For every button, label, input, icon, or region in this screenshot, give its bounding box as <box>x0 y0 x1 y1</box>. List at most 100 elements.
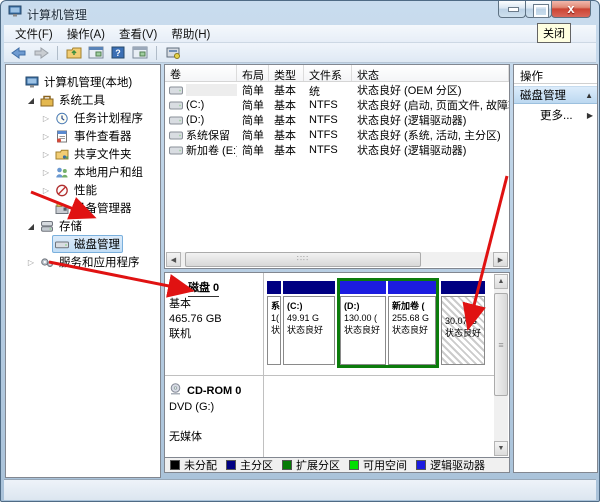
menu-file[interactable]: 文件(F) <box>8 24 60 44</box>
partition-label-box: 30.07 G状态良好 <box>441 296 485 365</box>
legend-item: 未分配 <box>170 457 217 473</box>
minimize-button[interactable] <box>498 1 526 18</box>
partition-text: 255.68 G <box>392 312 435 324</box>
expander-icon[interactable] <box>40 114 52 123</box>
help-icon[interactable]: ? <box>109 45 127 61</box>
sidebar-item-label: 系统工具 <box>59 92 105 108</box>
cdrom-info[interactable]: CD-ROM 0 DVD (G:) 无媒体 <box>169 383 261 445</box>
expander-icon[interactable] <box>25 258 37 267</box>
v-scroll-thumb[interactable] <box>494 293 508 396</box>
partition-segment[interactable]: 新加卷 (255.68 G状态良好 <box>388 281 436 365</box>
partition-text: (C:) <box>287 300 334 312</box>
h-scrollbar[interactable]: ◀ ▶ <box>166 252 508 267</box>
sidebar-item-event-viewer[interactable]: 事件查看器 <box>6 127 160 145</box>
menu-action[interactable]: 操作(A) <box>60 24 112 44</box>
expander-icon[interactable] <box>25 96 37 105</box>
cdrom-label: CD-ROM 0 <box>187 384 241 399</box>
sidebar-item-system-tools[interactable]: 系统工具 <box>6 91 160 109</box>
partition-color-bar <box>267 281 281 294</box>
volume-row[interactable]: (C:)简单基本NTFS状态良好 (启动, 页面文件, 故障转储, <box>165 99 509 113</box>
sidebar-item-storage[interactable]: 存储 <box>6 217 160 235</box>
volume-name: (D:) <box>186 114 204 126</box>
h-scroll-thumb[interactable] <box>185 252 421 267</box>
disk-tools-icon[interactable] <box>164 45 182 61</box>
partition-text: 新加卷 ( <box>392 300 435 312</box>
sidebar-item-local-users-groups[interactable]: 本地用户和组 <box>6 163 160 181</box>
partition-segment[interactable]: (D:)130.00 (状态良好 <box>340 281 386 365</box>
legend-swatch-icon <box>226 460 236 470</box>
sidebar-item-label: 共享文件夹 <box>74 146 132 162</box>
console-window-icon[interactable] <box>87 45 105 61</box>
actions-more[interactable]: 更多... ▶ <box>514 106 597 124</box>
toolbar-separator <box>57 46 58 60</box>
sidebar-item-performance[interactable]: 性能 <box>6 181 160 199</box>
scroll-left-icon[interactable]: ◀ <box>166 252 181 267</box>
volume-row[interactable]: 系统保留简单基本NTFS状态良好 (系统, 活动, 主分区) <box>165 129 509 143</box>
volume-layout: 简单 <box>237 82 269 98</box>
menu-help[interactable]: 帮助(H) <box>164 24 217 44</box>
volume-row[interactable]: (D:)简单基本NTFS状态良好 (逻辑驱动器) <box>165 114 509 128</box>
col-volume[interactable]: 卷 <box>165 65 237 81</box>
console-window2-icon[interactable] <box>131 45 149 61</box>
close-button[interactable] <box>551 1 591 18</box>
volume-name: (C:) <box>186 99 204 111</box>
partition-segment[interactable]: 系1(状 <box>267 281 281 365</box>
computer-management-window: 计算机管理 关闭 文件(F) 操作(A) 查看(V) 帮助(H) ? <box>0 0 600 502</box>
partition-segment[interactable]: 30.07 G状态良好 <box>441 281 485 365</box>
col-filesystem[interactable]: 文件系统 <box>304 65 352 81</box>
divider <box>165 375 495 376</box>
partition-legend: 未分配主分区扩展分区可用空间逻辑驱动器 <box>164 458 510 473</box>
expander-icon[interactable] <box>40 150 52 159</box>
back-icon[interactable] <box>10 45 28 61</box>
disk-graph-pane: 磁盘 0 基本 465.76 GB 联机 系1(状(C:)49.91 G状态良好… <box>164 272 510 458</box>
sidebar-item-task-scheduler[interactable]: 任务计划程序 <box>6 109 160 127</box>
col-status[interactable]: 状态 <box>352 65 509 81</box>
volume-layout: 简单 <box>237 127 269 143</box>
performance-icon <box>55 184 70 197</box>
legend-swatch-icon <box>170 460 180 470</box>
volume-status: 状态良好 (启动, 页面文件, 故障转储, <box>352 97 509 113</box>
title-bar[interactable]: 计算机管理 <box>1 1 599 25</box>
v-scrollbar[interactable]: ▲ ▼ <box>494 274 508 456</box>
sidebar-item-services-applications[interactable]: 服务和应用程序 <box>6 253 160 271</box>
partition-label-box: (C:)49.91 G状态良好 <box>283 296 335 365</box>
partition-segment[interactable]: (C:)49.91 G状态良好 <box>283 281 335 365</box>
sidebar-item-label: 任务计划程序 <box>74 110 143 126</box>
scroll-up-icon[interactable]: ▲ <box>494 274 508 289</box>
expander-icon[interactable] <box>40 168 52 177</box>
status-bar <box>4 479 596 500</box>
scroll-down-icon[interactable]: ▼ <box>494 441 508 456</box>
sidebar-item-disk-management[interactable]: 磁盘管理 <box>6 235 160 253</box>
sidebar-item-shared-folders[interactable]: 共享文件夹 <box>6 145 160 163</box>
menu-bar: 文件(F) 操作(A) 查看(V) 帮助(H) <box>4 25 596 43</box>
volume-row[interactable]: 简单基本状态良好 (OEM 分区) <box>165 84 509 98</box>
actions-disk-management[interactable]: 磁盘管理 ▲ <box>514 86 597 104</box>
computer-icon <box>25 76 40 89</box>
sidebar-item-computer-management-local[interactable]: 计算机管理(本地) <box>6 73 160 91</box>
volume-fs: NTFS <box>304 114 352 126</box>
sidebar-item-device-manager[interactable]: 设备管理器 <box>6 199 160 217</box>
folder-up-icon[interactable] <box>65 45 83 61</box>
expander-icon[interactable] <box>25 222 37 231</box>
app-icon <box>8 5 22 23</box>
disk0-info[interactable]: 磁盘 0 基本 465.76 GB 联机 <box>169 281 261 342</box>
col-layout[interactable]: 布局 <box>237 65 269 81</box>
sidebar-item-label: 磁盘管理 <box>74 236 120 252</box>
collapse-icon[interactable]: ▲ <box>585 91 593 100</box>
menu-view[interactable]: 查看(V) <box>112 24 164 44</box>
col-type[interactable]: 类型 <box>269 65 304 81</box>
scroll-right-icon[interactable]: ▶ <box>493 252 508 267</box>
chevron-right-icon: ▶ <box>587 111 593 120</box>
expander-icon[interactable] <box>40 186 52 195</box>
volume-fs: NTFS <box>304 129 352 141</box>
toolbar: ? <box>4 43 596 63</box>
maximize-button[interactable] <box>525 1 552 18</box>
actions-title: 操作 <box>514 65 597 84</box>
forward-icon[interactable] <box>32 45 50 61</box>
legend-item: 扩展分区 <box>282 457 340 473</box>
partition-label-box: (D:)130.00 (状态良好 <box>340 296 386 365</box>
cdrom-drive: DVD (G:) <box>169 400 261 415</box>
expander-icon[interactable] <box>40 132 52 141</box>
volume-row[interactable]: 新加卷 (E:)简单基本NTFS状态良好 (逻辑驱动器) <box>165 144 509 158</box>
partition-label-box: 新加卷 (255.68 G状态良好 <box>388 296 436 365</box>
